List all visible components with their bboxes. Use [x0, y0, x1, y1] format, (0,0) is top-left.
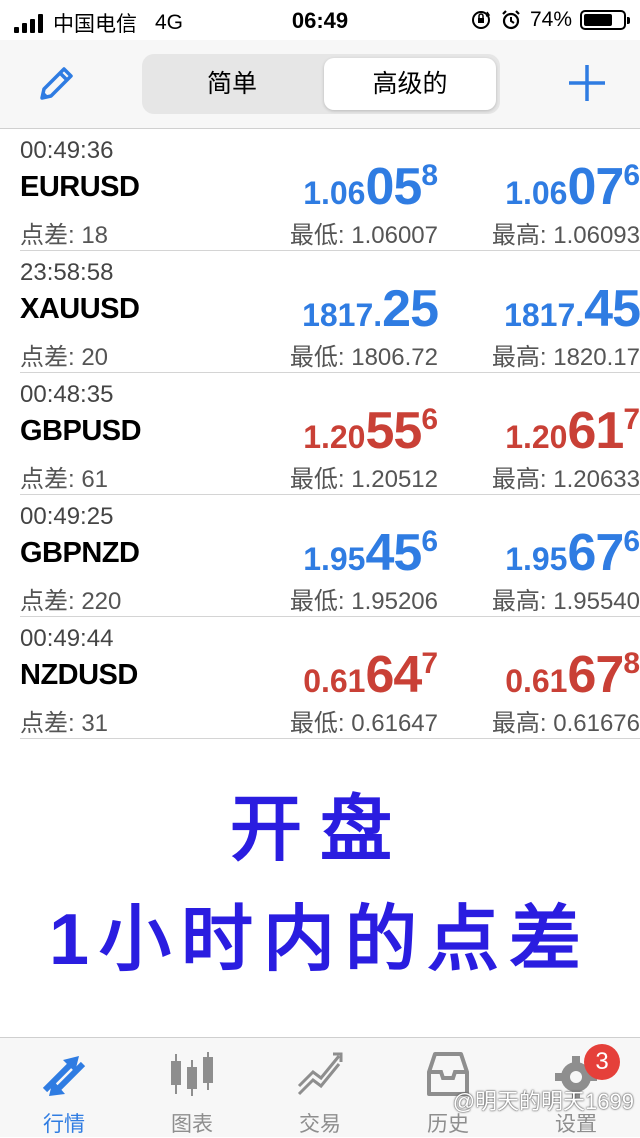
- quote-high: 最高: 1.20633: [491, 466, 640, 493]
- trade-chart-icon: [297, 1052, 343, 1096]
- ask-price-pips: 67: [567, 646, 624, 704]
- ask-price-fraction: 7: [623, 403, 640, 436]
- quote-high: 最高: 1.06093: [491, 222, 640, 249]
- bid-price-pips: 05: [365, 158, 422, 216]
- quote-symbol: GBPUSD: [20, 415, 142, 447]
- quotes-arrows-icon: [42, 1056, 86, 1096]
- candlestick-chart-icon: [171, 1052, 213, 1096]
- ask-price-prefix: 0.61: [505, 663, 568, 699]
- quote-low: 最低: 0.61647: [289, 710, 438, 737]
- bid-price-pips: 64: [365, 646, 422, 704]
- bid-price-fraction: 6: [421, 403, 438, 436]
- quote-time: 23:58:58: [20, 259, 114, 286]
- quote-time: 00:49:44: [20, 625, 114, 652]
- quote-row[interactable]: 00:49:25 GBPNZD 点差: 220 1.95456 1.95676 最低: 1…: [20, 495, 640, 617]
- quote-high: 最高: 1.95540: [491, 588, 640, 615]
- quote-spread: 点差: 18: [20, 222, 109, 249]
- rotation-lock-icon: [471, 11, 491, 29]
- tab-trade[interactable]: 交易: [256, 1038, 384, 1137]
- quote-low: 最低: 1.95206: [289, 588, 438, 615]
- quote-symbol: XAUUSD: [20, 293, 140, 325]
- bid-price-fraction: 7: [421, 647, 438, 680]
- add-symbol-button[interactable]: [566, 62, 608, 104]
- bid-price-prefix: 1817.: [302, 297, 383, 333]
- quote-symbol: EURUSD: [20, 171, 140, 203]
- quote-low: 最低: 1806.72: [289, 344, 438, 371]
- ask-price: 1.20617: [440, 401, 640, 461]
- bid-price-fraction: 8: [421, 159, 438, 192]
- tab-label: 行情: [43, 1113, 85, 1136]
- alarm-icon: [502, 10, 520, 30]
- bid-price-fraction: 6: [421, 525, 438, 558]
- ask-price-pips: 67: [567, 524, 624, 582]
- edit-button[interactable]: [34, 60, 80, 106]
- bid-price: 0.61647: [238, 645, 438, 705]
- bid-price-pips: 55: [365, 402, 422, 460]
- quotes-list: 00:49:36 EURUSD 点差: 18 1.06058 1.06076 最低: 1.…: [0, 129, 640, 739]
- bid-price-pips: 25: [382, 280, 439, 338]
- quote-spread: 点差: 31: [20, 710, 109, 737]
- bid-price-prefix: 1.06: [303, 175, 366, 211]
- ask-price: 1.06076: [440, 157, 640, 217]
- ask-price-fraction: 6: [623, 159, 640, 192]
- quote-high: 最高: 1820.17: [491, 344, 640, 371]
- bid-price: 1.20556: [238, 401, 438, 461]
- status-bar: 中国电信 4G 06:49 74%: [0, 0, 640, 40]
- quote-low: 最低: 1.20512: [289, 466, 438, 493]
- bid-price: 1.95456: [238, 523, 438, 583]
- tab-charts[interactable]: 图表: [128, 1038, 256, 1137]
- ask-price-fraction: 8: [623, 647, 640, 680]
- ask-price-prefix: 1.20: [505, 419, 568, 455]
- ask-price-prefix: 1.95: [505, 541, 568, 577]
- ask-price-pips: 07: [567, 158, 624, 216]
- ask-price-prefix: 1817.: [504, 297, 585, 333]
- segment-advanced[interactable]: 高级的: [324, 58, 496, 110]
- ask-price-prefix: 1.06: [505, 175, 568, 211]
- ask-price: 1.95676: [440, 523, 640, 583]
- segment-simple[interactable]: 简单: [146, 58, 318, 110]
- quote-row[interactable]: 00:49:44 NZDUSD 点差: 31 0.61647 0.61678 最低: 0.…: [20, 617, 640, 739]
- quote-low: 最低: 1.06007: [289, 222, 438, 249]
- quote-row[interactable]: 00:48:35 GBPUSD 点差: 61 1.20556 1.20617 最低: 1.…: [20, 373, 640, 495]
- battery-icon: [580, 10, 630, 30]
- quote-row[interactable]: 23:58:58 XAUUSD 点差: 20 1817.25 1817.45 最低: 18…: [20, 251, 640, 373]
- bid-price-pips: 45: [365, 524, 422, 582]
- bid-price-prefix: 0.61: [303, 663, 366, 699]
- bid-price-prefix: 1.95: [303, 541, 366, 577]
- ask-price: 0.61678: [440, 645, 640, 705]
- quote-time: 00:49:36: [20, 137, 114, 164]
- status-right: 74%: [470, 8, 630, 32]
- view-mode-segmented-control: 简单 高级的: [142, 54, 500, 114]
- tab-quotes[interactable]: 行情: [0, 1038, 128, 1137]
- nav-bar: 简单 高级的: [0, 40, 640, 129]
- notification-badge: 3: [584, 1044, 620, 1080]
- quote-high: 最高: 0.61676: [491, 710, 640, 737]
- quote-time: 00:48:35: [20, 381, 114, 408]
- tab-label: 图表: [171, 1113, 213, 1136]
- quote-spread: 点差: 61: [20, 466, 109, 493]
- watermark: @明天的明天1699: [452, 1089, 634, 1114]
- quote-symbol: NZDUSD: [20, 659, 138, 691]
- ask-price-pips: 61: [567, 402, 624, 460]
- bid-price-prefix: 1.20: [303, 419, 366, 455]
- quote-spread: 点差: 20: [20, 344, 109, 371]
- ask-price-pips: 45: [584, 280, 640, 338]
- bid-price: 1.06058: [238, 157, 438, 217]
- annotation-line-1: 开盘: [229, 790, 410, 870]
- quote-time: 00:49:25: [20, 503, 114, 530]
- ask-price-fraction: 6: [623, 525, 640, 558]
- annotation-line-2: 1小时内的点差: [48, 900, 592, 980]
- quote-row[interactable]: 00:49:36 EURUSD 点差: 18 1.06058 1.06076 最低: 1.…: [20, 129, 640, 251]
- bid-price: 1817.25: [238, 279, 439, 339]
- pencil-icon: [40, 67, 73, 100]
- quote-symbol: GBPNZD: [20, 537, 140, 569]
- plus-icon: [569, 65, 605, 101]
- battery-percent: 74%: [529, 8, 572, 31]
- tab-label: 交易: [299, 1113, 341, 1136]
- quote-spread: 点差: 220: [20, 588, 122, 615]
- ask-price: 1817.45: [440, 279, 640, 339]
